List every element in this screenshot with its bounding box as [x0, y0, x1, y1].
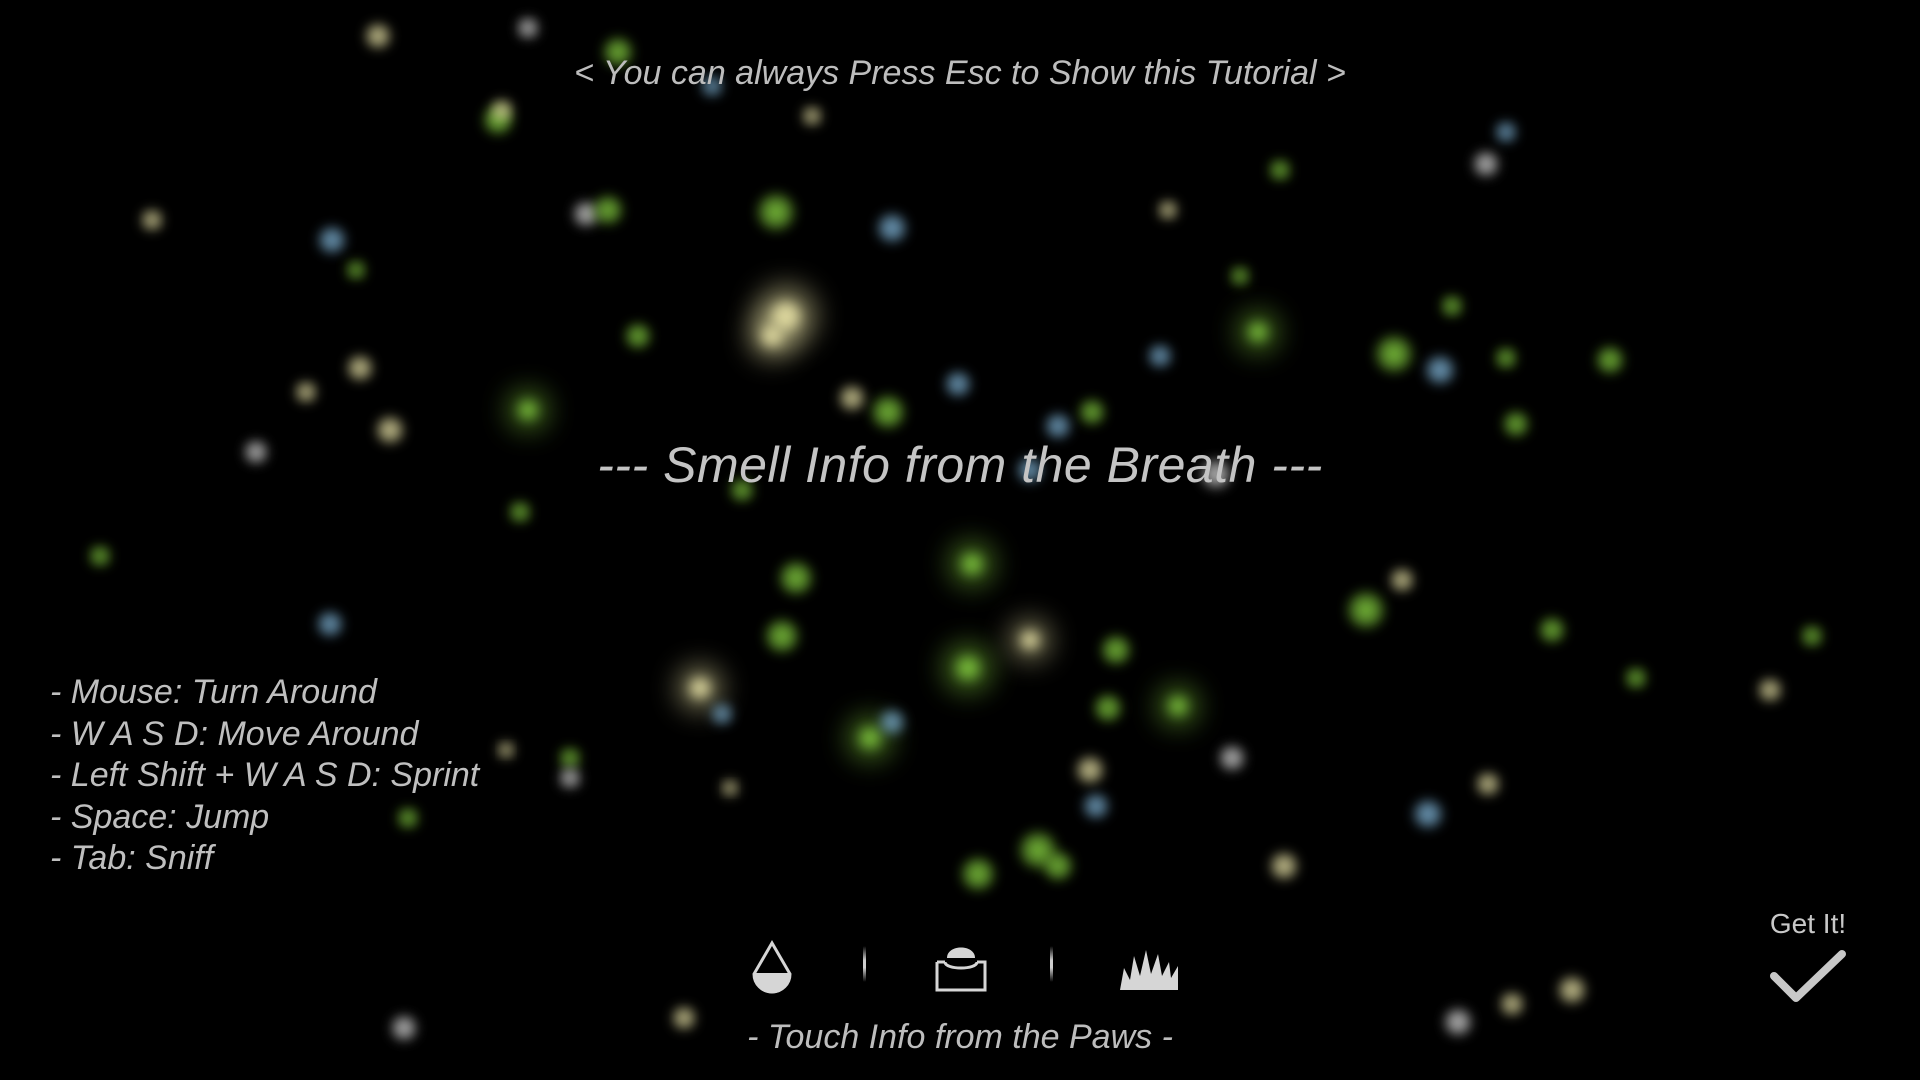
scent-particle-core — [326, 234, 338, 246]
scent-particle-core — [970, 866, 986, 882]
control-mouse: Mouse: Turn Around — [50, 672, 479, 714]
scent-particle-core — [1084, 764, 1096, 776]
scent-particle-core — [1163, 205, 1173, 215]
scent-particle-core — [690, 678, 710, 698]
scent-particle-core — [1235, 271, 1245, 281]
scent-particle-core — [1052, 420, 1064, 432]
scent-particle-core — [1102, 702, 1114, 714]
mud-basin-icon — [933, 940, 989, 999]
scent-particle-core — [846, 392, 858, 404]
scent-particle-core — [1433, 363, 1447, 377]
scent-particle-core — [1807, 631, 1817, 641]
scent-particle-core — [1604, 354, 1616, 366]
scent-particle-core — [1510, 418, 1522, 430]
checkmark-icon[interactable] — [1748, 948, 1868, 1004]
scent-particle-core — [1275, 165, 1285, 175]
get-it-button[interactable]: Get It! — [1748, 908, 1868, 1004]
scent-particle-core — [762, 326, 782, 346]
scent-particle-core — [1631, 673, 1641, 683]
scent-particle-core — [1155, 351, 1165, 361]
scent-particle-core — [1397, 575, 1407, 585]
grass-icon — [1118, 940, 1180, 999]
scent-particle-core — [860, 728, 880, 748]
scent-particle-core — [886, 716, 898, 728]
scent-particle-core — [717, 709, 727, 719]
scent-particle-core — [1480, 158, 1492, 170]
scent-particle-core — [147, 215, 157, 225]
control-move: W A S D: Move Around — [50, 714, 479, 756]
scent-particle-core — [1021, 631, 1039, 649]
scent-particle-core — [1546, 624, 1558, 636]
scent-particle-core — [565, 773, 575, 783]
game-screen: < You can always Press Esc to Show this … — [0, 0, 1920, 1080]
scent-particle-core — [1029, 841, 1047, 859]
control-jump: Space: Jump — [50, 797, 479, 839]
scent-particle-core — [580, 208, 592, 220]
scent-particle-core — [497, 105, 507, 115]
tutorial-hint: < You can always Press Esc to Show this … — [574, 54, 1346, 92]
scent-particle-core — [1421, 807, 1435, 821]
scent-particle-core — [767, 203, 785, 221]
icon-divider — [863, 946, 866, 982]
scent-particle-core — [885, 221, 899, 235]
scent-particle-core — [351, 265, 361, 275]
scent-particle-core — [324, 618, 336, 630]
scent-particle-core — [1169, 697, 1187, 715]
scent-particle-core — [1385, 345, 1403, 363]
scent-particle-core — [523, 23, 533, 33]
scent-particle-core — [502, 746, 510, 754]
scent-particle-core — [515, 507, 525, 517]
scent-particle-core — [354, 362, 366, 374]
scent-particle-core — [1226, 752, 1238, 764]
scent-particle-core — [301, 387, 311, 397]
scent-particle-core — [384, 424, 396, 436]
touch-info-caption: - Touch Info from the Paws - — [747, 1018, 1173, 1056]
scent-particle-core — [1501, 127, 1511, 137]
scent-particle-core — [1501, 353, 1511, 363]
scent-particle-core — [807, 111, 817, 121]
scent-particle-core — [1765, 685, 1775, 695]
scent-particle-core — [1357, 601, 1375, 619]
scent-particle-core — [372, 30, 384, 42]
scent-particle-core — [632, 330, 644, 342]
scent-particle-core — [601, 203, 615, 217]
get-it-label: Get It! — [1769, 908, 1847, 939]
scent-particle-core — [1109, 643, 1123, 657]
control-sprint: Left Shift + W A S D: Sprint — [50, 755, 479, 797]
control-sniff: Tab: Sniff — [50, 838, 479, 880]
scent-particle-core — [1507, 999, 1517, 1009]
scent-particle-core — [957, 657, 979, 679]
scent-particle-core — [726, 784, 734, 792]
controls-list: Mouse: Turn Around W A S D: Move Around … — [50, 672, 479, 880]
scent-particle-core — [1090, 800, 1102, 812]
scent-particle-core — [880, 404, 896, 420]
scent-particle-core — [1086, 406, 1098, 418]
scent-particle-core — [788, 570, 804, 586]
scent-particle-core — [1249, 323, 1267, 341]
smell-info-heading: --- Smell Info from the Breath --- — [597, 437, 1323, 493]
scent-particle-core — [1051, 859, 1065, 873]
scent-particle-core — [1447, 301, 1457, 311]
scent-particle-core — [95, 551, 105, 561]
scent-particle-core — [1483, 779, 1493, 789]
scent-particle-core — [1566, 984, 1578, 996]
scent-particle-field — [90, 18, 1822, 1040]
paw-terrain-icons — [740, 940, 1180, 1000]
scent-particle-core — [519, 401, 537, 419]
scent-particle-core — [1278, 860, 1290, 872]
scent-particle-core — [952, 378, 964, 390]
scent-particle-core — [774, 628, 790, 644]
scent-particle-core — [565, 753, 575, 763]
icon-divider — [1050, 946, 1053, 982]
water-drop-icon — [750, 940, 794, 999]
scent-particle-core — [962, 554, 982, 574]
